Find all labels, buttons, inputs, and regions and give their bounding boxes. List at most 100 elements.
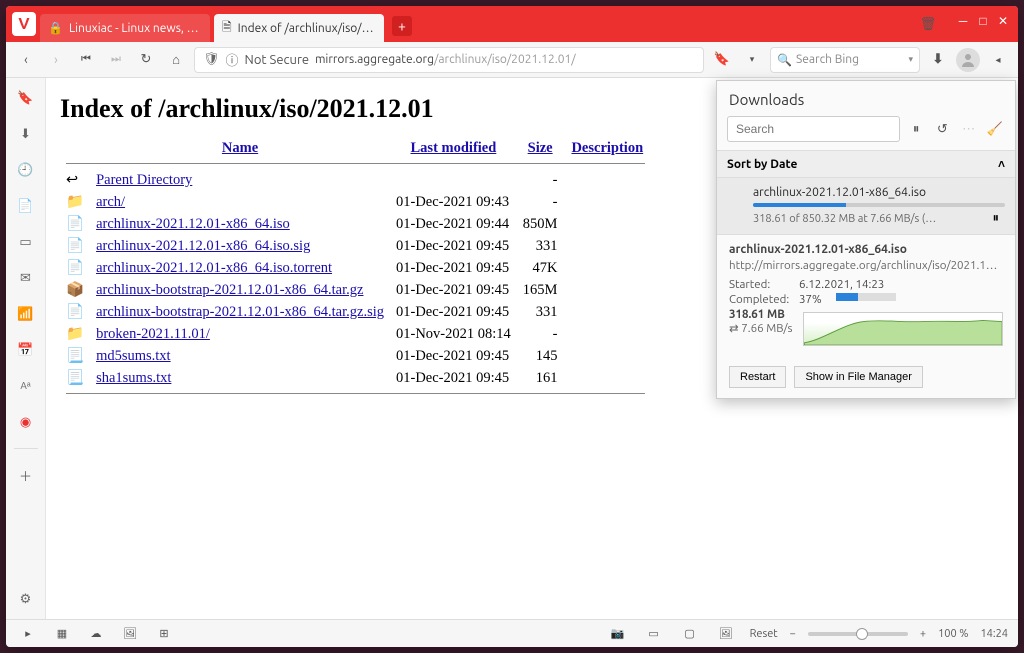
clear-icon[interactable]: 🧹 [985, 117, 1005, 141]
view2-icon[interactable]: ▢ [678, 622, 702, 646]
txt-icon: 📃 [66, 348, 84, 364]
file-link[interactable]: archlinux-bootstrap-2021.12.01-x86_64.ta… [96, 282, 363, 298]
clock: 14:24 [980, 628, 1008, 640]
home-button[interactable]: ⌂ [164, 48, 188, 72]
sort-bar[interactable]: Sort by Date ˄ [717, 150, 1015, 178]
profile-avatar[interactable] [956, 48, 980, 72]
downloads-icon[interactable]: ⬇ [14, 122, 38, 146]
col-modified[interactable]: Last modified [390, 138, 517, 159]
search-input[interactable]: 🔍 Search Bing ▾ [770, 47, 920, 73]
feed-icon[interactable]: 📶 [14, 302, 38, 326]
table-row: ↩ Parent Directory - [60, 170, 651, 191]
images-icon[interactable]: 🖼 [714, 622, 738, 646]
panel-toggle-icon[interactable]: ▸ [16, 622, 40, 646]
url-text: mirrors.aggregate.org/archlinux/iso/2021… [315, 53, 576, 66]
zoom-level: 100 % [938, 628, 968, 640]
minimize-button[interactable]: ─ [954, 12, 972, 30]
table-row: 📃 md5sums.txt 01-Dec-2021 09:45 145 [60, 345, 651, 367]
file-link[interactable]: arch/ [96, 194, 125, 210]
reload-button[interactable]: ↻ [134, 48, 158, 72]
reset-zoom[interactable]: Reset [750, 628, 778, 640]
zoom-in[interactable]: + [920, 628, 926, 640]
bookmark-button[interactable]: 🔖 [710, 48, 734, 72]
file-link[interactable]: sha1sums.txt [96, 370, 171, 386]
info-icon: ⓘ [226, 50, 239, 69]
tab-label: Linuxiac - Linux news, tuto [69, 22, 202, 35]
capture-icon[interactable]: 📷 [606, 622, 630, 646]
downloads-title: Downloads [717, 81, 1015, 116]
file-link[interactable]: archlinux-2021.12.01-x86_64.iso [96, 216, 290, 232]
col-name[interactable]: Name [90, 138, 390, 159]
parent-dir-link[interactable]: Parent Directory [96, 172, 192, 188]
file-link[interactable]: broken-2021.11.01/ [96, 326, 210, 342]
tile-icon[interactable]: ▦ [50, 622, 74, 646]
trash-icon[interactable]: 🗑 [916, 12, 940, 36]
file-link[interactable]: archlinux-bootstrap-2021.12.01-x86_64.ta… [96, 304, 384, 320]
notes-icon[interactable]: 📄 [14, 194, 38, 218]
file-link[interactable]: archlinux-2021.12.01-x86_64.iso.sig [96, 238, 310, 254]
pause-icon[interactable]: ⏸ [993, 211, 1000, 226]
search-placeholder: Search Bing [796, 53, 859, 66]
restart-button[interactable]: Restart [729, 366, 786, 388]
table-row: 📄 archlinux-2021.12.01-x86_64.iso.sig 01… [60, 235, 651, 257]
new-tab-button[interactable]: + [392, 16, 412, 36]
col-desc[interactable]: Description [563, 138, 651, 159]
table-row: 📄 archlinux-2021.12.01-x86_64.iso 01-Dec… [60, 213, 651, 235]
downloads-search[interactable] [727, 116, 900, 142]
show-in-fm-button[interactable]: Show in File Manager [794, 366, 922, 388]
retry-icon[interactable]: ↺ [932, 117, 952, 141]
rewind-button[interactable]: ⏮ [74, 48, 98, 72]
downloads-button[interactable]: ⬇ [926, 48, 950, 72]
gz-icon: 📦 [66, 282, 84, 298]
chevron-down-icon[interactable]: ▾ [908, 54, 913, 65]
tab-active[interactable]: 🗎 Index of /archlinux/iso/202 [214, 14, 384, 42]
pause-all-icon[interactable]: ⏸ [906, 117, 926, 141]
file-link[interactable]: md5sums.txt [96, 348, 171, 364]
vivaldi-icon[interactable]: ◉ [14, 410, 38, 434]
file-link[interactable]: archlinux-2021.12.01-x86_64.iso.torrent [96, 260, 332, 276]
zoom-slider[interactable] [808, 632, 908, 636]
panel-toggle[interactable]: ◂ [986, 48, 1010, 72]
shield-icon: 🛡 [203, 52, 220, 67]
more-icon[interactable]: ⋯ [959, 117, 979, 141]
view-icon[interactable]: ▭ [642, 622, 666, 646]
download-item[interactable]: archlinux-2021.12.01-x86_64.iso 318.61 o… [717, 178, 1015, 234]
download-details: archlinux-2021.12.01-x86_64.iso http://m… [717, 234, 1015, 360]
mail-icon[interactable]: ✉ [14, 266, 38, 290]
chevron-down-icon[interactable]: ▾ [740, 48, 764, 72]
history-icon[interactable]: 🕘 [14, 158, 38, 182]
directory-listing: Name Last modified Size Description ↩ Pa… [60, 138, 651, 400]
side-panel: 🔖 ⬇ 🕘 📄 ▭ ✉ 📶 📅 Aᵃ ◉ ＋ ⚙ [6, 78, 46, 619]
file-icon: 📄 [66, 238, 84, 254]
image-icon[interactable]: 🖼 [118, 622, 142, 646]
folder-icon: 📁 [66, 326, 84, 342]
lock-icon: 🔒 [48, 21, 63, 35]
maximize-button[interactable]: □ [974, 12, 992, 30]
security-label: Not Secure [245, 53, 310, 67]
table-row: 📦 archlinux-bootstrap-2021.12.01-x86_64.… [60, 279, 651, 301]
col-size[interactable]: Size [517, 138, 564, 159]
file-icon: 📄 [66, 216, 84, 232]
bookmarks-icon[interactable]: 🔖 [14, 86, 38, 110]
add-panel-icon[interactable]: ＋ [14, 463, 38, 487]
downloads-panel: Downloads ⏸ ↺ ⋯ 🧹 Sort by Date ˄ archlin… [716, 80, 1016, 399]
window-icon[interactable]: ▭ [14, 230, 38, 254]
table-row: 📄 archlinux-bootstrap-2021.12.01-x86_64.… [60, 301, 651, 323]
back-icon: ↩ [66, 172, 78, 188]
close-button[interactable]: ✕ [994, 12, 1012, 30]
back-button[interactable]: ‹ [14, 48, 38, 72]
tile-view-icon[interactable]: ⊞ [152, 622, 176, 646]
vivaldi-logo: V [12, 12, 36, 36]
status-bar: ▸ ▦ ☁ 🖼 ⊞ 📷 ▭ ▢ 🖼 Reset − + 100 % 14:24 [6, 619, 1018, 647]
zoom-out[interactable]: − [790, 628, 796, 640]
titlebar: V 🔒 Linuxiac - Linux news, tuto 🗎 Index … [6, 6, 1018, 42]
search-engine-icon: 🔍 [777, 53, 792, 67]
cloud-icon[interactable]: ☁ [84, 622, 108, 646]
address-bar[interactable]: 🛡 ⓘ Not Secure mirrors.aggregate.org/arc… [194, 47, 704, 73]
fastforward-button[interactable]: ⏭ [104, 48, 128, 72]
forward-button[interactable]: › [44, 48, 68, 72]
settings-icon[interactable]: ⚙ [14, 587, 38, 611]
tab-inactive[interactable]: 🔒 Linuxiac - Linux news, tuto [40, 14, 210, 42]
calendar-icon[interactable]: 📅 [14, 338, 38, 362]
translate-icon[interactable]: Aᵃ [14, 374, 38, 398]
